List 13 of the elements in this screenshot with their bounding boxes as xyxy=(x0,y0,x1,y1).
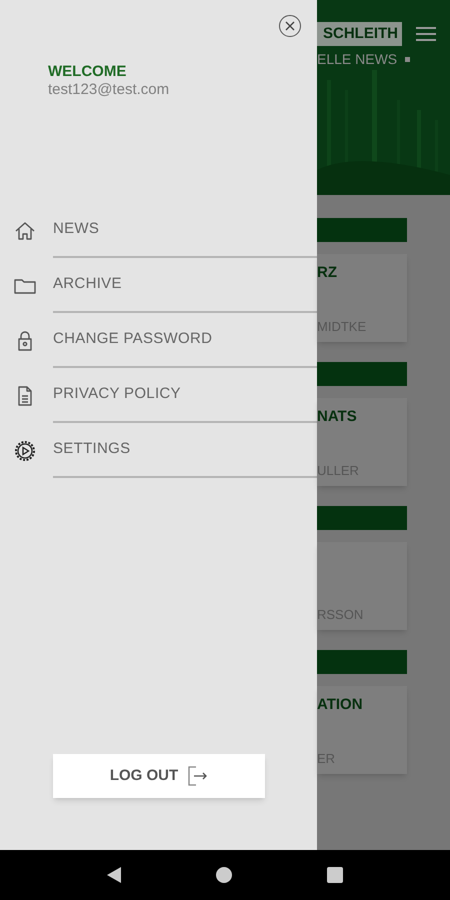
menu-item[interactable]: CHANGE PASSWORD xyxy=(53,328,212,351)
user-email: test123@test.com xyxy=(48,81,170,99)
menu-item[interactable]: PRIVACY POLICY xyxy=(53,383,181,406)
welcome-heading: WELCOME xyxy=(48,63,128,81)
section-subtitle: ELLE NEWS xyxy=(317,50,398,69)
article-title: NATS xyxy=(317,407,358,427)
menu-item[interactable]: ARCHIVE xyxy=(53,273,122,296)
article-title: ATION xyxy=(317,695,364,715)
app-title: SCHLEITH xyxy=(317,22,402,46)
menu-item[interactable]: SETTINGS xyxy=(53,438,130,461)
logout-button[interactable]: LOG OUT xyxy=(53,754,265,798)
article-title: RZ xyxy=(317,263,338,283)
menu-item[interactable]: NEWS xyxy=(53,218,100,241)
